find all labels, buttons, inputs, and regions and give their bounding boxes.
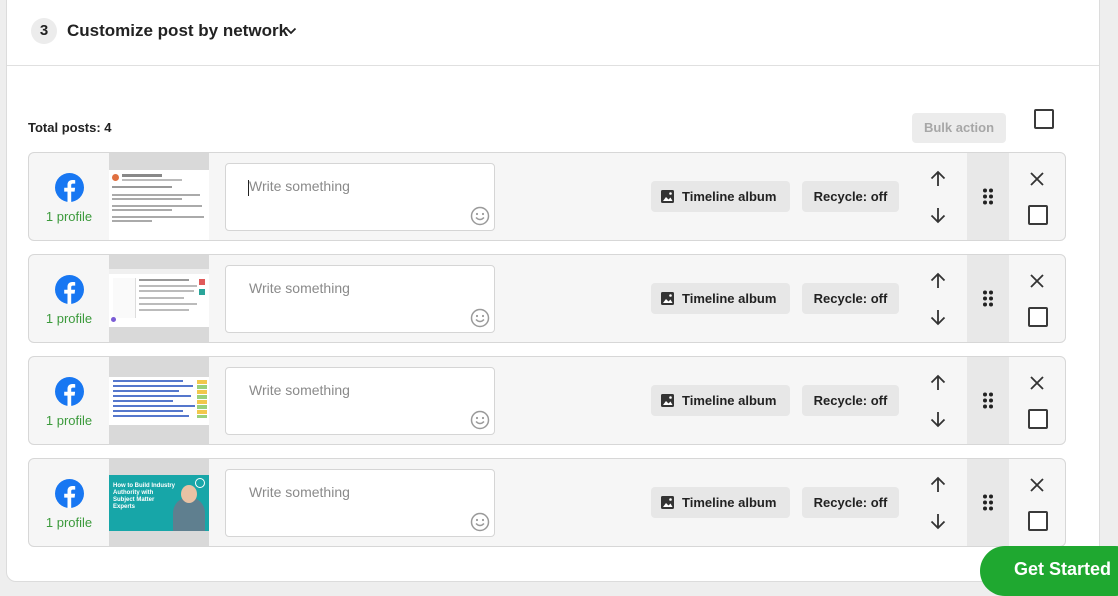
move-up-icon[interactable] [929,170,947,188]
move-down-icon[interactable] [929,410,947,428]
post-row: 1 profile Write something Timeline album… [28,254,1066,343]
post-text-input[interactable]: Write something [225,469,495,537]
thumbnail-headline: How to Build Industry Authority with Sub… [113,483,175,510]
drag-handle[interactable] [967,255,1009,342]
compose-placeholder: Write something [249,178,350,194]
move-up-icon[interactable] [929,476,947,494]
timeline-album-label: Timeline album [682,189,777,204]
profile-count-label[interactable]: 1 profile [29,209,109,224]
select-all-checkbox[interactable] [1034,109,1054,129]
row-select-checkbox[interactable] [1028,307,1048,327]
post-row: 1 profile Write something Timeline album [28,356,1066,445]
profile-count-label[interactable]: 1 profile [29,413,109,428]
drag-dots-icon [983,188,993,205]
timeline-album-label: Timeline album [682,495,777,510]
drag-handle[interactable] [967,357,1009,444]
image-icon [661,496,674,509]
drag-handle[interactable] [967,459,1009,546]
recycle-toggle-button[interactable]: Recycle: off [802,181,899,212]
recycle-toggle-button[interactable]: Recycle: off [802,385,899,416]
recycle-toggle-button[interactable]: Recycle: off [802,487,899,518]
move-down-icon[interactable] [929,206,947,224]
section-title[interactable]: Customize post by network [67,21,288,41]
facebook-icon [55,479,84,508]
image-icon [661,292,674,305]
compose-placeholder: Write something [249,484,350,500]
profile-count-label[interactable]: 1 profile [29,515,109,530]
timeline-album-button[interactable]: Timeline album [651,283,790,314]
drag-dots-icon [983,392,993,409]
drag-dots-icon [983,494,993,511]
move-down-icon[interactable] [929,308,947,326]
facebook-icon [55,377,84,406]
move-up-icon[interactable] [929,374,947,392]
close-icon[interactable] [1029,171,1045,187]
timeline-album-label: Timeline album [682,291,777,306]
close-icon[interactable] [1029,273,1045,289]
close-icon[interactable] [1029,375,1045,391]
post-thumbnail[interactable] [109,357,209,444]
post-thumbnail[interactable]: How to Build Industry Authority with Sub… [109,459,209,546]
timeline-album-button[interactable]: Timeline album [651,385,790,416]
total-posts-label: Total posts: 4 [28,120,112,135]
bulk-action-button[interactable]: Bulk action [912,113,1006,143]
compose-placeholder: Write something [249,382,350,398]
drag-dots-icon [983,290,993,307]
row-select-checkbox[interactable] [1028,511,1048,531]
emoji-icon[interactable] [470,206,490,226]
image-icon [661,190,674,203]
post-text-input[interactable]: Write something [225,265,495,333]
timeline-album-label: Timeline album [682,393,777,408]
post-row: 1 profile How to Build Industry Authorit… [28,458,1066,547]
emoji-icon[interactable] [470,410,490,430]
close-icon[interactable] [1029,477,1045,493]
facebook-icon [55,275,84,304]
post-text-input[interactable]: Write something [225,367,495,435]
step-number-badge: 3 [31,18,57,44]
person-head [181,485,197,503]
image-icon [661,394,674,407]
post-thumbnail[interactable] [109,153,209,240]
post-thumbnail[interactable] [109,255,209,342]
move-up-icon[interactable] [929,272,947,290]
chevron-down-icon[interactable] [285,27,297,35]
emoji-icon[interactable] [470,512,490,532]
move-down-icon[interactable] [929,512,947,530]
brand-logo-icon [195,478,205,488]
row-select-checkbox[interactable] [1028,409,1048,429]
recycle-toggle-button[interactable]: Recycle: off [802,283,899,314]
post-text-input[interactable]: Write something [225,163,495,231]
get-started-button[interactable]: Get Started [980,546,1118,596]
timeline-album-button[interactable]: Timeline album [651,487,790,518]
row-select-checkbox[interactable] [1028,205,1048,225]
timeline-album-button[interactable]: Timeline album [651,181,790,212]
drag-handle[interactable] [967,153,1009,240]
post-row: 1 profile Write something Timeline album… [28,152,1066,241]
section-header[interactable]: 3 Customize post by network [7,0,1099,66]
compose-placeholder: Write something [249,280,350,296]
profile-count-label[interactable]: 1 profile [29,311,109,326]
facebook-icon [55,173,84,202]
emoji-icon[interactable] [470,308,490,328]
